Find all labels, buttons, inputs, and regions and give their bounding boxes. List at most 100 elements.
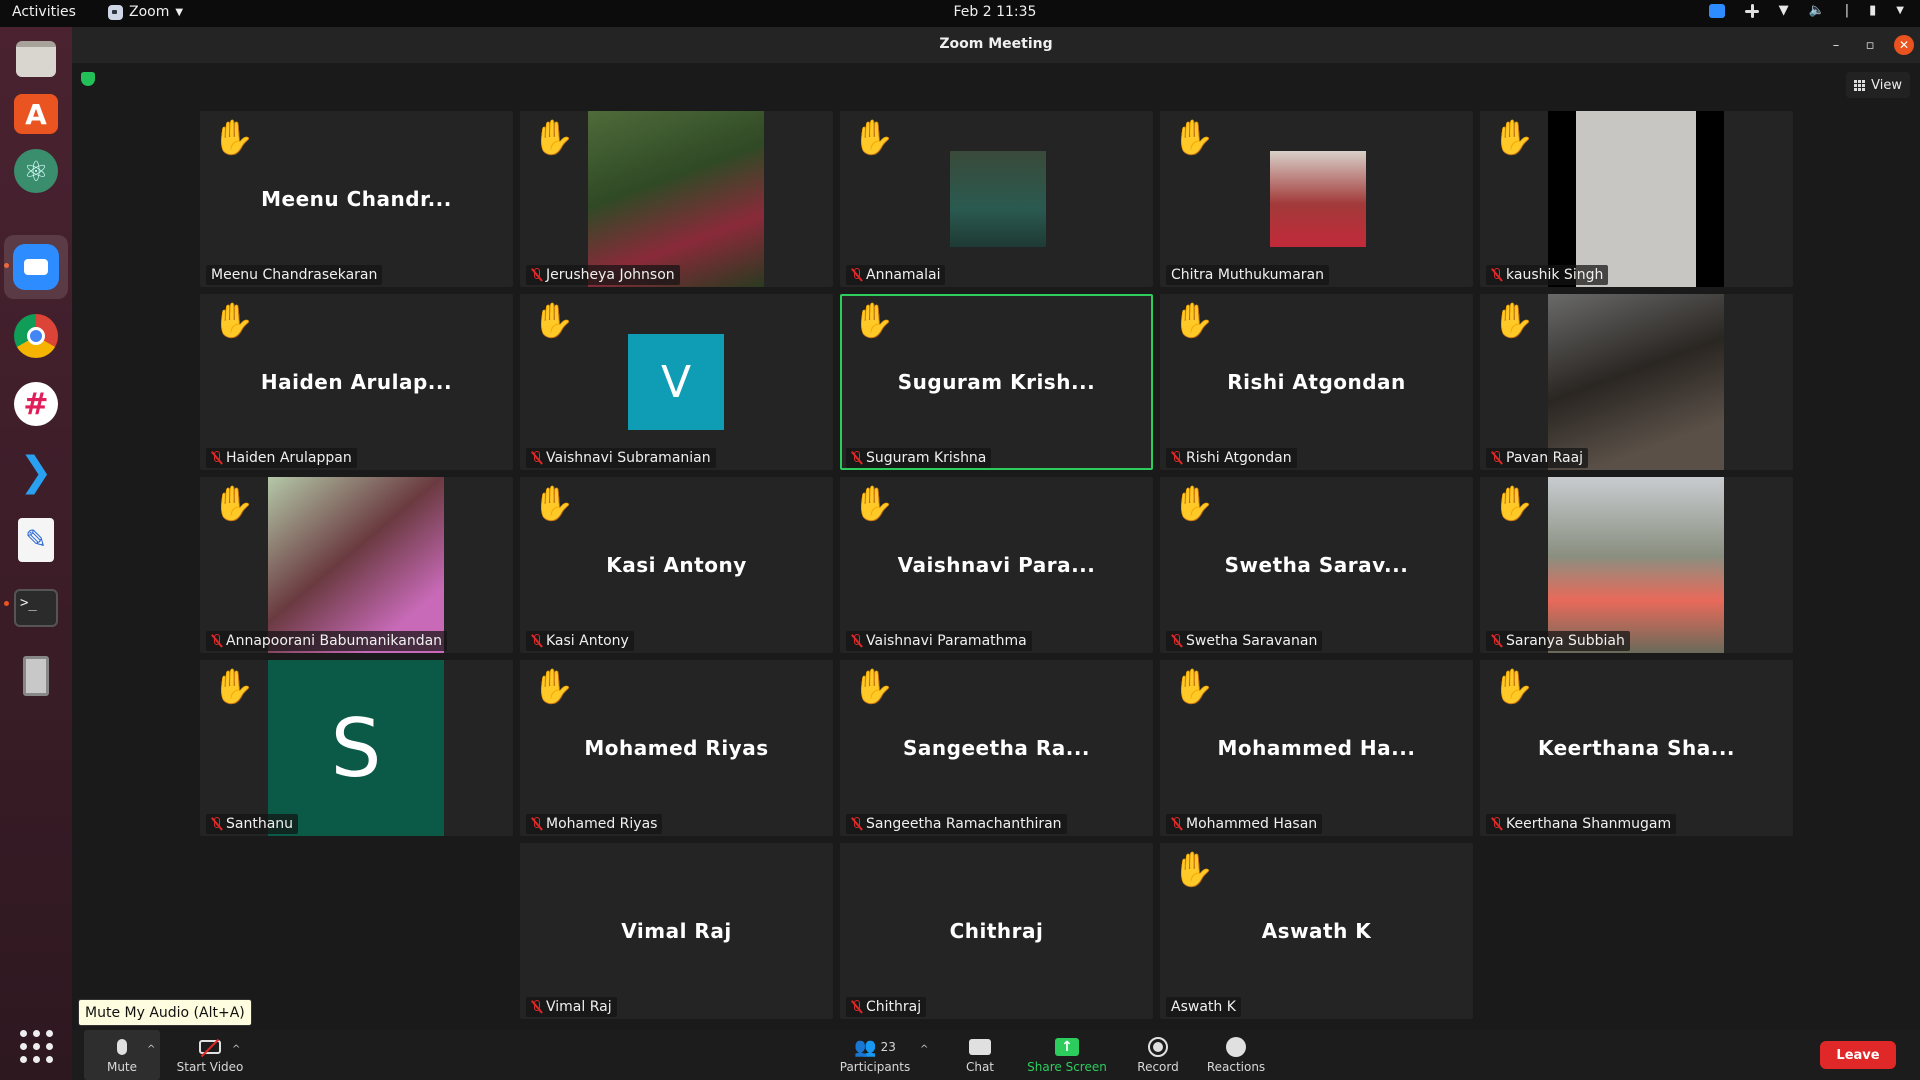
raised-hand-icon: ✋ (1492, 667, 1535, 707)
terminal-launcher[interactable]: >_ (12, 584, 60, 632)
raised-hand-icon: ✋ (532, 301, 575, 341)
participant-tile[interactable]: ✋ Jerusheya Johnson (520, 111, 833, 287)
participant-tile[interactable]: Mohammed Ha... ✋ Mohammed Hasan (1160, 660, 1473, 836)
participant-name: Meenu Chandrasekaran (211, 267, 378, 283)
participant-tile[interactable]: Swetha Sarav... ✋ Swetha Saravanan (1160, 477, 1473, 653)
participant-name: Chitra Muthukumaran (1171, 267, 1324, 283)
muted-microphone-icon (211, 634, 221, 648)
participant-name-tag: Suguram Krishna (846, 448, 992, 468)
participant-tile[interactable]: Kasi Antony ✋ Kasi Antony (520, 477, 833, 653)
chat-button[interactable]: Chat (948, 1030, 1012, 1080)
muted-microphone-icon (1491, 451, 1501, 465)
raised-hand-icon: ✋ (1172, 667, 1215, 707)
mute-button[interactable]: Mute (84, 1030, 160, 1080)
raised-hand-icon: ✋ (212, 484, 255, 524)
participant-name: Vaishnavi Subramanian (546, 450, 711, 466)
slack-launcher[interactable]: # (12, 380, 60, 428)
chrome-launcher[interactable] (12, 312, 60, 360)
participant-name: Haiden Arulappan (226, 450, 352, 466)
wifi-icon[interactable]: ▼ (1779, 3, 1789, 18)
participant-tile[interactable]: Sangeetha Ra... ✋ Sangeetha Ramachanthiran (840, 660, 1153, 836)
zoom-window: Zoom Meeting – ▫ ✕ View Meenu Chandr... ✋… (72, 27, 1920, 1080)
files-launcher[interactable] (12, 35, 60, 83)
participant-tile[interactable]: V ✋ Vaishnavi Subramanian (520, 294, 833, 470)
software-store-icon: A (14, 94, 58, 134)
view-button[interactable]: View (1846, 72, 1910, 98)
zoom-launcher[interactable] (4, 235, 68, 299)
participant-tile[interactable]: Rishi Atgondan ✋ Rishi Atgondan (1160, 294, 1473, 470)
share-screen-icon: ↑ (1055, 1038, 1079, 1056)
raised-hand-icon: ✋ (532, 484, 575, 524)
reactions-icon (1226, 1037, 1246, 1057)
participant-tile[interactable]: Vaishnavi Para... ✋ Vaishnavi Paramathma (840, 477, 1153, 653)
system-tray[interactable]: ▼ 🔈 | ▮ ▼ (1708, 3, 1904, 18)
participant-tile[interactable]: Meenu Chandr... ✋ Meenu Chandrasekaran (200, 111, 513, 287)
audio-options-caret[interactable]: ^ (147, 1044, 155, 1055)
reactions-label: Reactions (1206, 1060, 1266, 1074)
participant-tile[interactable]: ✋ Annamalai (840, 111, 1153, 287)
participant-tile[interactable]: ✋ Pavan Raaj (1480, 294, 1793, 470)
chat-icon (969, 1039, 991, 1055)
atom-icon: ⚛ (14, 149, 58, 193)
microphone-icon[interactable]: | (1845, 3, 1849, 18)
participant-tile[interactable]: ✋ Saranya Subbiah (1480, 477, 1793, 653)
slack-tray-icon[interactable] (1744, 3, 1759, 18)
zoom-tray-icon[interactable] (1708, 3, 1725, 18)
participants-button[interactable]: 👥 23 Participants (830, 1030, 920, 1080)
encryption-shield-icon[interactable] (81, 72, 95, 86)
participant-display-name: Vimal Raj (621, 919, 732, 943)
muted-microphone-icon (851, 451, 861, 465)
trash-launcher[interactable] (12, 652, 60, 700)
atom-launcher[interactable]: ⚛ (12, 147, 60, 195)
close-button[interactable]: ✕ (1894, 35, 1914, 55)
raised-hand-icon: ✋ (852, 301, 895, 341)
participant-name: Jerusheya Johnson (546, 267, 675, 283)
volume-icon[interactable]: 🔈 (1809, 3, 1825, 18)
participant-name-tag: kaushik Singh (1486, 265, 1609, 285)
show-apps-button[interactable] (12, 1022, 60, 1070)
participant-tile[interactable]: ✋ kaushik Singh (1480, 111, 1793, 287)
software-launcher[interactable]: A (12, 90, 60, 138)
participant-tile[interactable]: Vimal Raj Vimal Raj (520, 843, 833, 1019)
participant-tile[interactable]: ✋ Chitra Muthukumaran (1160, 111, 1473, 287)
maximize-button[interactable]: ▫ (1860, 35, 1880, 55)
battery-icon[interactable]: ▮ (1869, 3, 1876, 18)
record-button[interactable]: Record (1126, 1030, 1190, 1080)
participant-tile[interactable]: Mohamed Riyas ✋ Mohamed Riyas (520, 660, 833, 836)
minimize-button[interactable]: – (1826, 35, 1846, 55)
participants-options-caret[interactable]: ^ (920, 1044, 928, 1055)
participant-name: Rishi Atgondan (1186, 450, 1292, 466)
participant-name: Annapoorani Babumanikandan (226, 633, 443, 649)
muted-microphone-icon (1491, 634, 1501, 648)
video-options-caret[interactable]: ^ (232, 1044, 240, 1055)
leave-button[interactable]: Leave (1820, 1041, 1896, 1069)
trash-icon (23, 656, 49, 696)
participant-tile[interactable]: ✋ Annapoorani Babumanikandan (200, 477, 513, 653)
participant-name-tag: Chithraj (846, 997, 927, 1017)
raised-hand-icon: ✋ (852, 484, 895, 524)
participant-tile[interactable]: Keerthana Sha... ✋ Keerthana Shanmugam (1480, 660, 1793, 836)
participant-name-tag: Chitra Muthukumaran (1166, 265, 1329, 285)
mute-label: Mute (106, 1060, 138, 1074)
share-screen-button[interactable]: ↑ Share Screen (1012, 1030, 1122, 1080)
participant-display-name: Chithraj (949, 919, 1044, 943)
reactions-button[interactable]: Reactions (1196, 1030, 1276, 1080)
muted-microphone-icon (531, 634, 541, 648)
participant-tile[interactable]: S ✋ Santhanu (200, 660, 513, 836)
chevron-down-icon[interactable]: ▼ (1896, 5, 1904, 16)
start-video-button[interactable]: Start Video (168, 1030, 252, 1080)
raised-hand-icon: ✋ (1172, 484, 1215, 524)
participant-tile[interactable]: Chithraj Chithraj (840, 843, 1153, 1019)
window-title-bar[interactable]: Zoom Meeting – ▫ ✕ (72, 27, 1920, 63)
vscode-launcher[interactable]: ❯ (12, 448, 60, 496)
chrome-icon (14, 314, 58, 358)
muted-microphone-icon (1171, 817, 1181, 831)
participant-tile[interactable]: Haiden Arulap... ✋ Haiden Arulappan (200, 294, 513, 470)
participant-name: Annamalai (866, 267, 941, 283)
text-editor-launcher[interactable]: ✎ (12, 516, 60, 564)
participant-tile[interactable]: Aswath K ✋ Aswath K (1160, 843, 1473, 1019)
clock[interactable]: Feb 2 11:35 (0, 4, 1920, 20)
muted-microphone-icon (851, 268, 861, 282)
participant-tile[interactable]: Suguram Krish... ✋ Suguram Krishna (840, 294, 1153, 470)
participants-icon: 👥 (854, 1036, 877, 1058)
